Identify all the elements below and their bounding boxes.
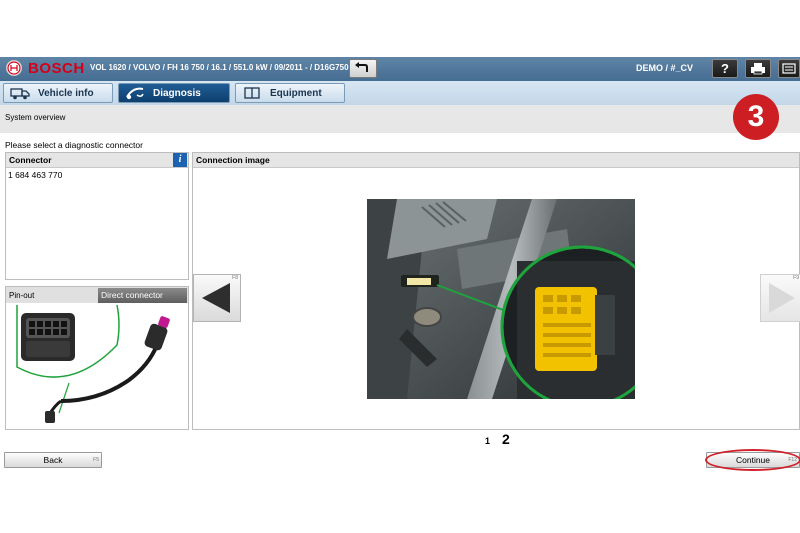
arrow-right-icon: [769, 283, 795, 313]
stethoscope-icon: [125, 86, 145, 100]
tab-pin-out[interactable]: Pin-out: [9, 291, 34, 300]
connector-list-panel: Connector i 1 684 463 770: [5, 152, 189, 280]
info-icon[interactable]: i: [173, 153, 187, 167]
step-number-badge: 3: [733, 94, 779, 140]
tab-diagnosis[interactable]: Diagnosis: [118, 83, 230, 103]
function-key-hint: F8: [232, 275, 238, 281]
undo-button[interactable]: [349, 59, 377, 78]
continue-highlight-ring: [705, 449, 800, 471]
print-button[interactable]: [745, 59, 771, 78]
back-button-label: Back: [43, 455, 63, 465]
back-button[interactable]: F5 Back: [4, 452, 102, 468]
page-number-2-current[interactable]: 2: [502, 431, 510, 447]
function-key-hint: F5: [93, 457, 99, 463]
instruction-text: Please select a diagnostic connector: [5, 140, 143, 150]
main-tabs-bar: Vehicle info Diagnosis Equipment: [0, 81, 800, 105]
help-icon: ?: [721, 61, 729, 76]
connection-image-header: Connection image: [193, 153, 799, 168]
help-button[interactable]: ?: [712, 59, 738, 78]
book-icon: [242, 86, 262, 100]
bosch-logo-icon: [6, 60, 22, 76]
connector-list-item[interactable]: 1 684 463 770: [8, 170, 62, 180]
tab-label: Vehicle info: [38, 87, 94, 99]
previous-image-button[interactable]: F8: [193, 274, 241, 322]
page-subheader: System overview: [0, 105, 800, 133]
top-header-bar: BOSCH VOL 1620 / VOLVO / FH 16 750 / 16.…: [0, 57, 800, 81]
page-number-1[interactable]: 1: [485, 436, 490, 446]
tab-label: Equipment: [270, 87, 322, 99]
function-key-hint: F9: [793, 275, 799, 281]
page-title: System overview: [5, 113, 66, 122]
menu-icon: [782, 63, 796, 74]
tab-direct-connector[interactable]: Direct connector: [98, 288, 187, 303]
connection-location-photo: [367, 199, 664, 409]
connection-image-panel: Connection image F8 F9: [192, 152, 800, 430]
print-icon: [751, 63, 765, 75]
vehicle-identification: VOL 1620 / VOLVO / FH 16 750 / 16.1 / 55…: [90, 63, 349, 72]
tab-vehicle-info[interactable]: Vehicle info: [3, 83, 113, 103]
pinout-tabs: Pin-out Direct connector: [6, 287, 188, 303]
tab-label: Diagnosis: [153, 87, 201, 99]
truck-icon: [10, 86, 30, 100]
pinout-panel: Pin-out Direct connector: [5, 286, 189, 430]
undo-arrow-icon: [355, 62, 368, 72]
connector-cable-image: [9, 304, 187, 429]
connection-image-title: Connection image: [196, 155, 270, 165]
connector-list-header: Connector i: [6, 153, 188, 168]
menu-button[interactable]: [778, 59, 800, 78]
mode-indicator: DEMO / #_CV: [636, 63, 694, 73]
connector-column-title: Connector: [9, 155, 52, 165]
tab-equipment[interactable]: Equipment: [235, 83, 345, 103]
brand-name: BOSCH: [28, 60, 85, 77]
next-image-button[interactable]: F9: [760, 274, 800, 322]
arrow-left-icon: [202, 283, 230, 313]
